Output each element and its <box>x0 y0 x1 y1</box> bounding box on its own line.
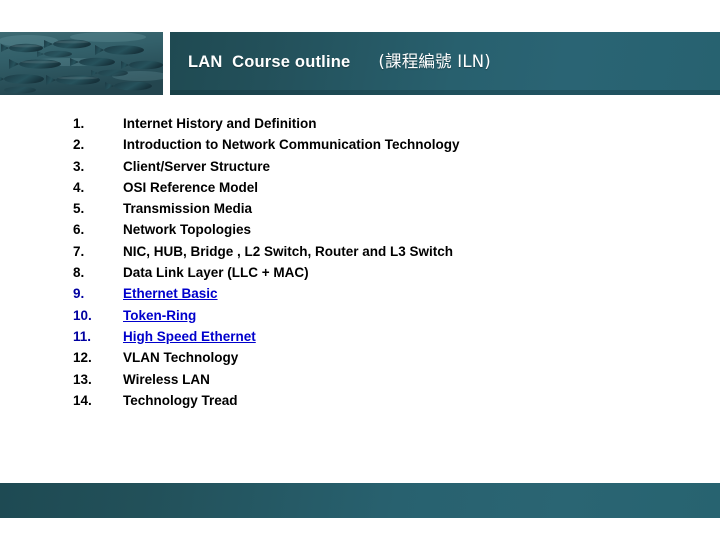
outline-item[interactable]: 9. Ethernet Basic <box>0 283 720 304</box>
outline-item-label: Introduction to Network Communication Te… <box>123 137 460 153</box>
outline-item-label: Internet History and Definition <box>123 116 317 131</box>
underwater-fish-photo <box>0 32 163 95</box>
course-outline-list: 1. Internet History and Definition 2. Intro… <box>0 113 720 411</box>
header-title-band: LAN Course outline (課程編號 ILN) <box>170 32 720 95</box>
outline-item: 3. Client/Server Structure <box>0 156 720 177</box>
slide-header: LAN Course outline (課程編號 ILN) <box>0 32 720 95</box>
outline-item-number: 9. <box>73 286 85 302</box>
outline-item-number: 2. <box>73 137 85 153</box>
outline-item-number: 5. <box>73 201 85 217</box>
outline-item-number: 12. <box>73 350 92 366</box>
outline-item-number: 6. <box>73 222 85 238</box>
outline-item-label: Wireless LAN <box>123 371 210 387</box>
outline-item: 14. Technology Tread <box>0 390 720 411</box>
outline-item-label: VLAN Technology <box>123 350 239 366</box>
outline-item-number: 10. <box>73 307 92 323</box>
outline-item-label: Data Link Layer (LLC + MAC) <box>123 265 309 281</box>
outline-item-label: OSI Reference Model <box>123 179 259 195</box>
slide-footer-band <box>0 483 720 518</box>
outline-item: 6. Network Topologies <box>0 219 720 240</box>
outline-item-label: Network Topologies <box>123 222 252 238</box>
slide-canvas: LAN Course outline (課程編號 ILN) 1. Internet … <box>0 0 720 540</box>
outline-item-number: 1. <box>73 116 85 131</box>
page-title-course-code: (課程編號 ILN) <box>378 52 491 71</box>
outline-item-number: 13. <box>73 371 92 387</box>
outline-item: 7. NIC, HUB, Bridge , L2 Switch, Router a… <box>0 241 720 262</box>
page-title-main: LAN Course outline <box>188 53 351 71</box>
outline-item: 4. OSI Reference Model <box>0 177 720 198</box>
outline-item: 12. VLAN Technology <box>0 347 720 368</box>
outline-item-number: 4. <box>73 179 85 195</box>
outline-item-number: 14. <box>73 392 92 408</box>
outline-item[interactable]: 10. Token-Ring <box>0 305 720 326</box>
outline-item-number: 8. <box>73 265 85 281</box>
outline-item-label: NIC, HUB, Bridge , L2 Switch, Router and… <box>123 243 454 259</box>
outline-item: 13. Wireless LAN <box>0 369 720 390</box>
outline-item-label: Client/Server Structure <box>123 158 271 174</box>
outline-item[interactable]: 11. High Speed Ethernet <box>0 326 720 347</box>
outline-item-number: 3. <box>73 158 85 174</box>
outline-item-label: Transmission Media <box>123 201 253 217</box>
outline-item: 8. Data Link Layer (LLC + MAC) <box>0 262 720 283</box>
outline-item-number: 7. <box>73 243 85 259</box>
outline-item-number: 11. <box>73 328 92 344</box>
page-title: LAN Course outline (課程編號 ILN) <box>188 48 491 72</box>
outline-item: 1. Internet History and Definition <box>0 113 720 134</box>
outline-item-label: Technology Tread <box>123 392 238 408</box>
outline-item-link[interactable]: Ethernet Basic <box>123 283 218 304</box>
outline-item-link[interactable]: Token-Ring <box>123 305 196 326</box>
outline-item: 5. Transmission Media <box>0 198 720 219</box>
outline-item-link[interactable]: High Speed Ethernet <box>123 326 256 347</box>
outline-item: 2. Introduction to Network Communication … <box>0 134 720 155</box>
